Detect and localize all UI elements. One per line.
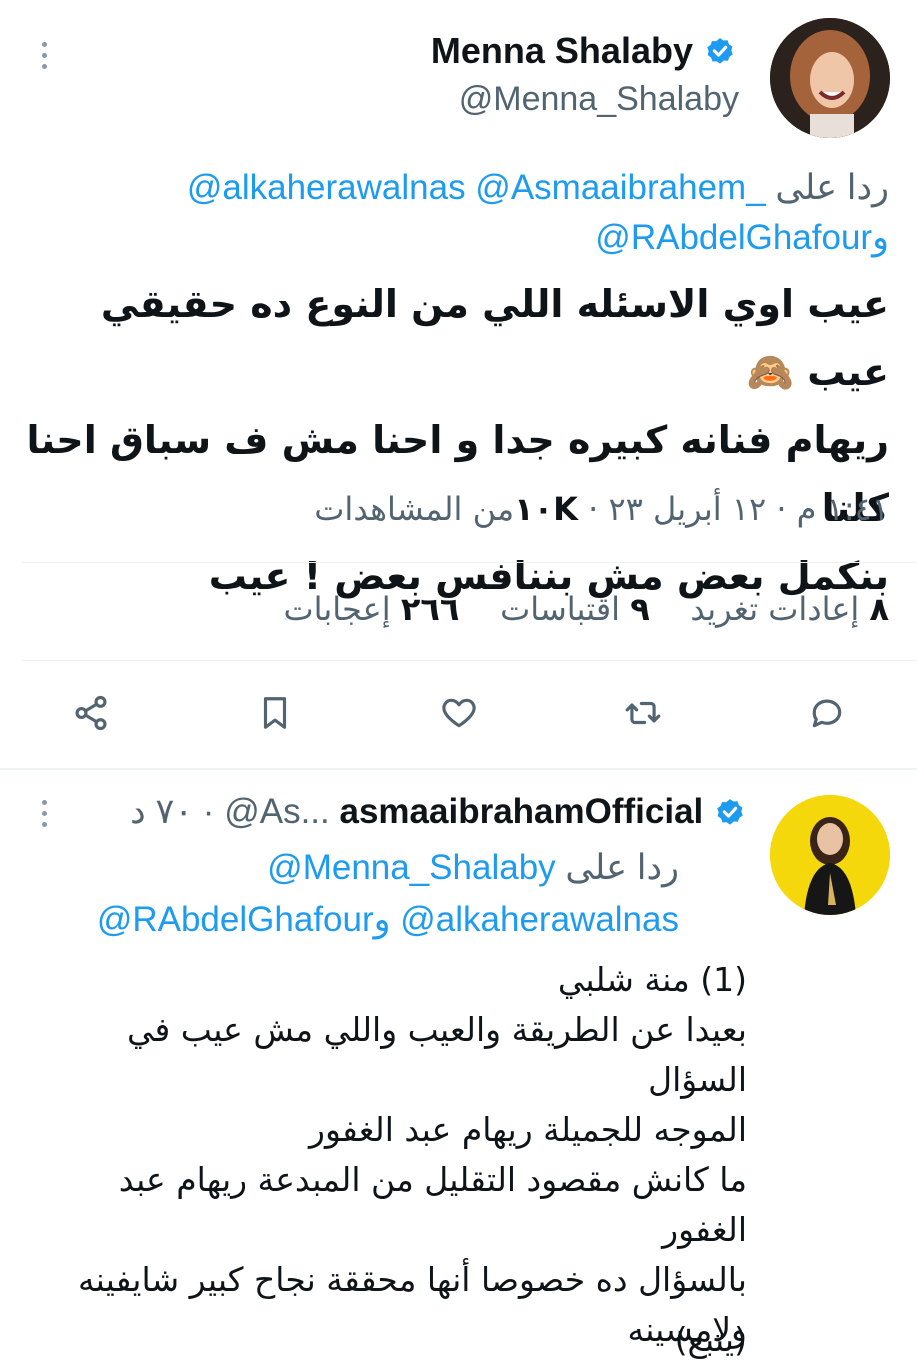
views-count: ١٠K: [514, 490, 578, 528]
tweet-author-row: Menna Shalaby: [431, 30, 737, 72]
reply-reply-to-line: ردا على @Menna_Shalaby: [267, 848, 679, 888]
more-options-icon[interactable]: [34, 42, 54, 75]
tweet-body-line: عيب اوي الاسئله اللي من النوع ده حقيقي ع…: [100, 282, 889, 394]
reply-avatar[interactable]: [770, 795, 890, 915]
reply-body-line: ولامسينه: [627, 1310, 747, 1349]
reply-reply-to-mention-2[interactable]: @alkaherawalnas: [400, 900, 679, 939]
views-label: من المشاهدات: [314, 490, 515, 528]
reply-body-line: الموجه للجميلة ريهام عبد الغفور: [309, 1110, 747, 1149]
likes-stat[interactable]: ٢٦٦ إعجابات: [283, 590, 459, 628]
reply-handle[interactable]: @As...: [224, 792, 330, 831]
reply-more-options-icon[interactable]: [34, 800, 54, 833]
reply-to-mention-2[interactable]: @RAbdelGhafour: [595, 218, 872, 257]
share-icon[interactable]: [68, 690, 114, 736]
author-handle[interactable]: @Menna_Shalaby: [459, 80, 739, 119]
reply-to-line: ردا على @alkaherawalnas @Asmaaibrahem_: [187, 168, 889, 208]
reply-body-line: ما كانش مقصود التقليل من المبدعة ريهام ع…: [118, 1160, 747, 1249]
reply-to-mentions[interactable]: @alkaherawalnas @Asmaaibrahem_: [187, 168, 766, 207]
retweets-stat[interactable]: ٨ إعادات تغريد: [690, 590, 889, 628]
reply-reply-to-prefix: ردا على: [565, 848, 679, 887]
reply-author-name[interactable]: asmaaibrahamOfficial: [339, 792, 703, 831]
tweet-stats: ٨ إعادات تغريد ٩ اقتباسات ٢٦٦ إعجابات: [283, 590, 889, 628]
reply-to-conj: و: [872, 218, 889, 257]
reply-body-line: (1) منة شلبي: [557, 960, 747, 999]
reply-body: (1) منة شلبي بعيدا عن الطريقة والعيب وال…: [27, 955, 747, 1355]
author-name[interactable]: Menna Shalaby: [431, 30, 693, 71]
reply-author-row: asmaaibrahamOfficial @As... · ٧٠ د: [130, 792, 747, 832]
reply-reply-to-conj: و: [373, 900, 391, 939]
reply-time-ago[interactable]: · ٧٠ د: [130, 792, 214, 831]
reply-to-prefix: ردا على: [775, 168, 889, 207]
tweet-meta: ١:٤١ م · ١٢ أبريل ٢٣ · ١٠Kمن المشاهدات: [314, 490, 889, 528]
tweet-body: عيب اوي الاسئله اللي من النوع ده حقيقي ع…: [19, 270, 889, 610]
bookmark-icon[interactable]: [252, 690, 298, 736]
reply-to-line-2: و@RAbdelGhafour: [595, 218, 889, 258]
retweet-icon[interactable]: [620, 690, 666, 736]
reply-verified-badge-icon: [713, 797, 747, 831]
reply-body-line: بعيدا عن الطريقة والعيب واللي مش عيب في …: [127, 1010, 747, 1099]
reply-body-line: بالسؤال ده خصوصا أنها محققة نجاح كبير شا…: [77, 1260, 747, 1299]
like-icon[interactable]: [436, 690, 482, 736]
reply-reply-to-line-2: @alkaherawalnas و@RAbdelGhafour: [97, 900, 679, 940]
reply-reply-to-mention[interactable]: @Menna_Shalaby: [267, 848, 556, 887]
reply-continued: (يتبع): [674, 1320, 747, 1359]
tweet-timestamp[interactable]: ١:٤١ م · ١٢ أبريل ٢٣ ·: [588, 490, 889, 528]
verified-badge-icon: [703, 36, 737, 70]
quotes-stat[interactable]: ٩ اقتباسات: [500, 590, 650, 628]
avatar[interactable]: [770, 18, 890, 138]
reply-icon[interactable]: [804, 690, 850, 736]
reply-reply-to-mention-3[interactable]: @RAbdelGhafour: [97, 900, 374, 939]
